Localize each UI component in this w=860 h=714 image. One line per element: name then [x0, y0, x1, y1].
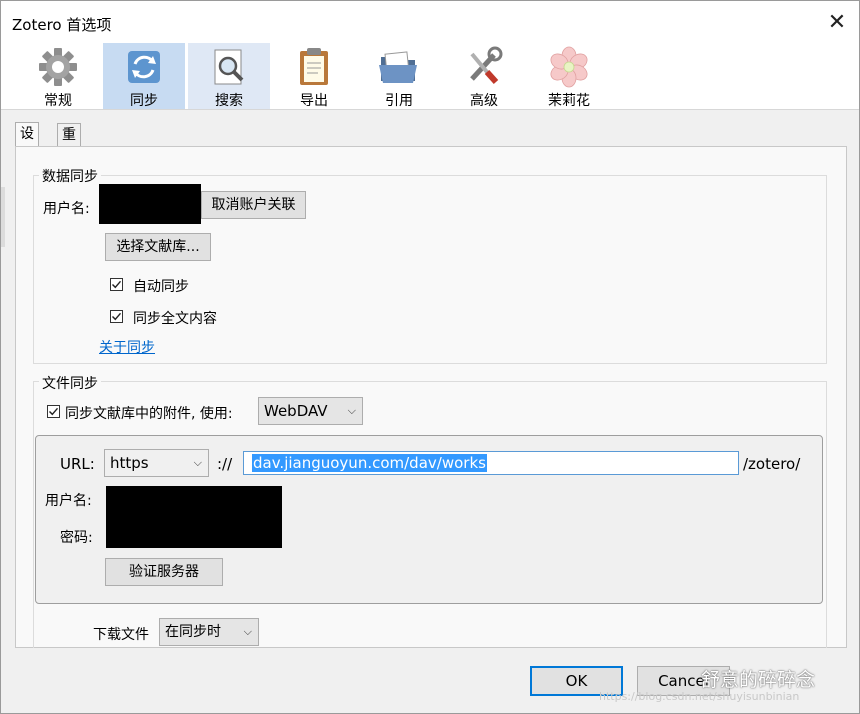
- url-label: URL:: [60, 455, 95, 473]
- unlink-account-button[interactable]: 取消账户关联: [201, 191, 306, 219]
- toolbar-item-jasmine[interactable]: 茉莉花: [528, 43, 610, 109]
- toolbar-label-search: 搜索: [215, 93, 243, 109]
- sync-username-label: 用户名:: [43, 201, 90, 217]
- toolbar-item-general[interactable]: 常规: [17, 43, 99, 109]
- url-value: dav.jianguoyun.com/dav/works: [252, 454, 487, 472]
- choose-library-button[interactable]: 选择文献库...: [105, 233, 211, 261]
- checkmark-icon: [49, 407, 59, 416]
- sync-method-value: WebDAV: [264, 402, 328, 420]
- chevron-down-icon: ⌵: [193, 456, 202, 469]
- title-bar: Zotero 首选项 ✕: [1, 1, 859, 43]
- toolbar-label-sync: 同步: [130, 93, 158, 109]
- protocol-select[interactable]: https ⌵: [104, 449, 209, 477]
- data-sync-label: 数据同步: [39, 166, 101, 186]
- checkmark-icon: [112, 280, 122, 289]
- download-mode-value: 在同步时: [165, 624, 221, 640]
- download-mode-select[interactable]: 在同步时 ⌵: [159, 618, 259, 646]
- webdav-username-label: 用户名:: [45, 493, 92, 509]
- file-sync-label: 文件同步: [39, 373, 101, 393]
- gear-icon: [39, 48, 77, 86]
- tools-icon: [470, 46, 503, 85]
- flower-icon: [550, 46, 588, 88]
- watermark-text: 舒意的碎碎念: [701, 669, 816, 691]
- watermark-url: https://blog.csdn.net/shuyisunbinian: [599, 690, 800, 703]
- about-sync-link[interactable]: 关于同步: [99, 337, 155, 357]
- webdav-settings-box: URL: https ⌵ :// dav.jianguoyun.com/dav/…: [35, 435, 823, 604]
- redacted-username: [99, 184, 201, 224]
- preferences-window: Zotero 首选项 ✕ 常规 同步 搜索 导出 引用 高级 茉莉花 设 重 数…: [0, 0, 860, 714]
- sync-attachments-label: 同步文献库中的附件, 使用:: [65, 406, 233, 422]
- search-icon: [214, 49, 244, 85]
- toolbar-label-advanced: 高级: [470, 93, 498, 109]
- protocol-separator: ://: [217, 455, 233, 473]
- toolbar-item-export[interactable]: 导出: [273, 43, 355, 109]
- auto-sync-checkbox[interactable]: [110, 278, 123, 291]
- download-files-label: 下载文件: [93, 627, 149, 643]
- folder-icon: [379, 51, 417, 83]
- toolbar-item-cite[interactable]: 引用: [358, 43, 440, 109]
- chevron-down-icon: ⌵: [243, 625, 252, 638]
- close-icon[interactable]: ✕: [819, 5, 855, 41]
- toolbar: 常规 同步 搜索 导出 引用 高级 茉莉花: [1, 43, 859, 110]
- auto-sync-label: 自动同步: [133, 279, 189, 295]
- url-input[interactable]: dav.jianguoyun.com/dav/works: [243, 451, 739, 475]
- protocol-value: https: [110, 454, 149, 472]
- sync-attachments-checkbox[interactable]: [47, 405, 60, 418]
- fulltext-sync-checkbox[interactable]: [110, 310, 123, 323]
- sync-method-select[interactable]: WebDAV ⌵: [258, 397, 363, 425]
- toolbar-label-export: 导出: [300, 93, 328, 109]
- tab-settings[interactable]: 设置: [15, 122, 39, 164]
- toolbar-label-cite: 引用: [385, 93, 413, 109]
- fulltext-sync-label: 同步全文内容: [133, 311, 217, 327]
- redacted-credentials: [106, 486, 282, 548]
- clipboard-icon: [300, 48, 328, 85]
- sync-icon: [128, 51, 160, 83]
- verify-server-button[interactable]: 验证服务器: [105, 558, 223, 586]
- toolbar-label-jasmine: 茉莉花: [548, 93, 590, 109]
- checkmark-icon: [112, 312, 122, 321]
- tab-reset[interactable]: 重置: [57, 123, 81, 165]
- window-title: Zotero 首选项: [12, 16, 112, 34]
- chevron-down-icon: ⌵: [347, 404, 356, 417]
- url-suffix: /zotero/: [743, 455, 801, 473]
- toolbar-item-sync[interactable]: 同步: [103, 43, 185, 109]
- toolbar-item-advanced[interactable]: 高级: [443, 43, 525, 109]
- toolbar-label-general: 常规: [44, 93, 72, 109]
- window-edge: [1, 187, 5, 247]
- webdav-password-label: 密码:: [60, 530, 93, 546]
- toolbar-item-search[interactable]: 搜索: [188, 43, 270, 109]
